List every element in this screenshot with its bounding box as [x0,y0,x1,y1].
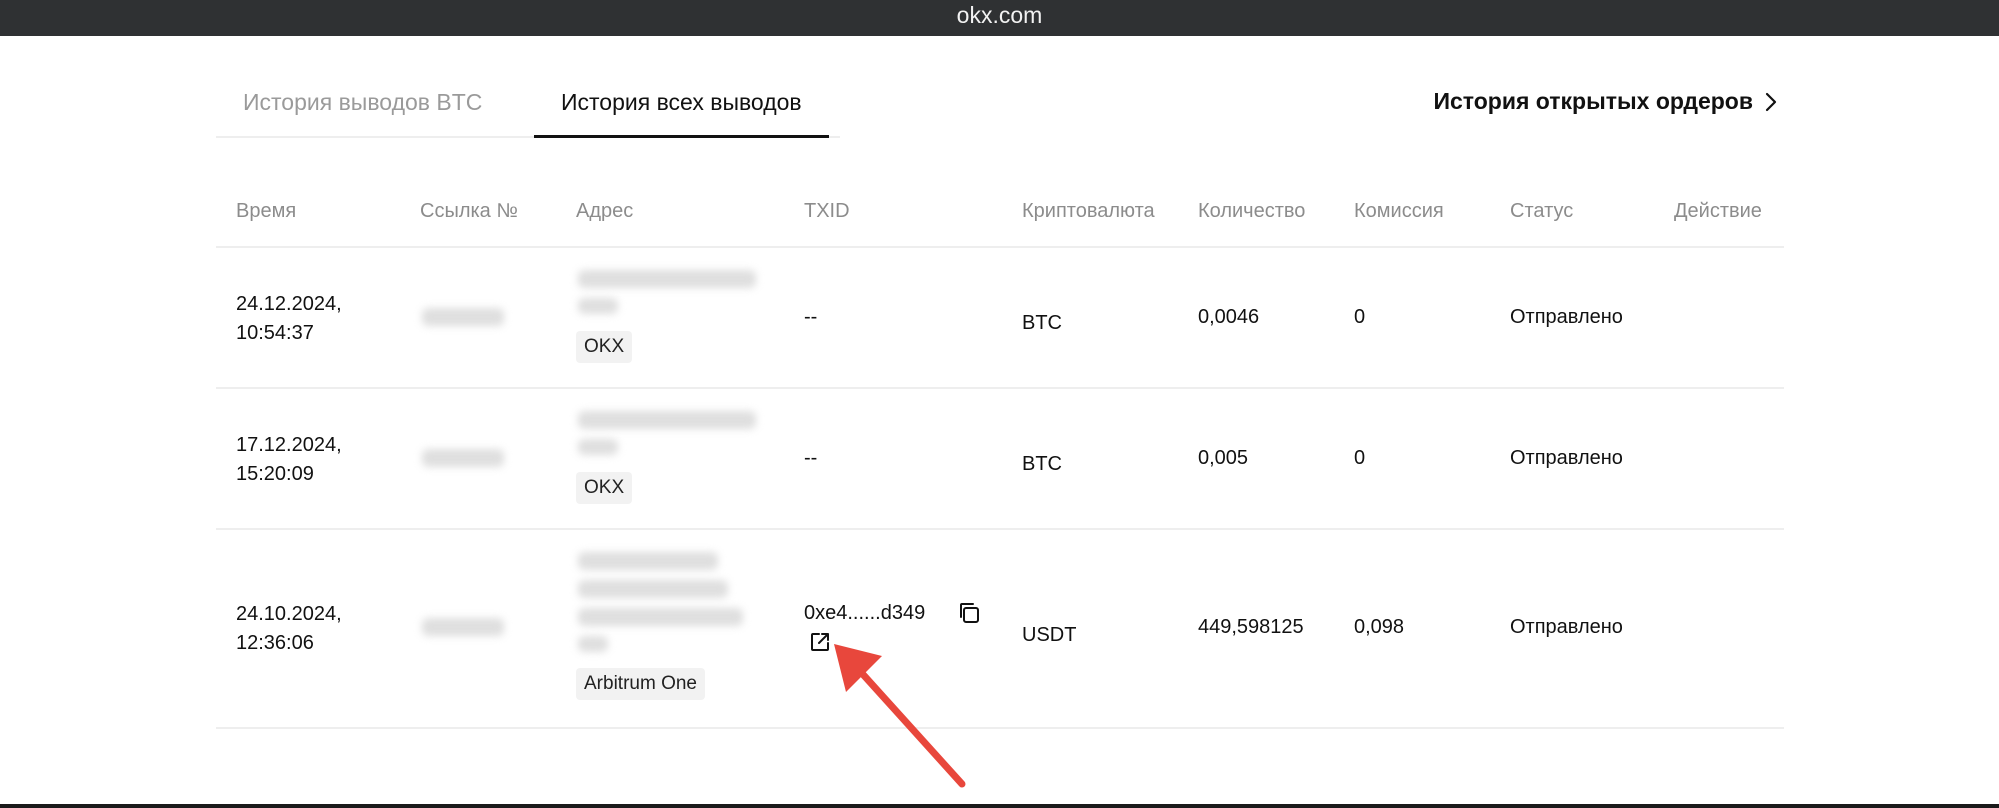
browser-domain: okx.com [956,2,1043,28]
chevron-right-icon [1765,92,1777,111]
column-status: Статус [1510,200,1574,222]
copy-icon[interactable] [956,600,982,626]
redacted-address [578,411,756,429]
redacted-address [578,580,728,598]
row-time: 12:36:06 [236,632,314,654]
column-reference: Ссылка № [420,200,518,222]
row-datetime: 24.12.2024, 10:54:37 [236,290,342,348]
table-row: 24.10.2024, 12:36:06 Arbitrum One 0xe4..… [216,530,1784,729]
bottom-edge [0,804,1999,808]
column-time: Время [236,200,297,222]
row-txid: -- [804,306,818,328]
row-fee: 0 [1354,447,1366,469]
row-time: 10:54:37 [236,322,314,344]
open-orders-link[interactable]: История открытых ордеров [1433,88,1779,115]
open-orders-label: История открытых ордеров [1433,88,1753,114]
tab-all-withdrawals[interactable]: История всех выводов [534,84,829,138]
redacted-address [578,270,756,288]
redacted-address [578,439,618,455]
redacted-reference [422,308,504,326]
redacted-reference [422,618,504,636]
row-amount: 0,0046 [1198,306,1260,328]
redacted-address [578,636,608,652]
row-currency: BTC [1022,312,1062,334]
row-datetime: 24.10.2024, 12:36:06 [236,600,342,658]
external-link-icon[interactable] [808,630,832,654]
row-currency: USDT [1022,624,1077,646]
redacted-reference [422,449,504,467]
row-date: 17.12.2024, [236,434,342,456]
row-fee: 0 [1354,306,1366,328]
network-tag: Arbitrum One [576,668,705,700]
row-status: Отправлено [1510,447,1623,469]
row-txid[interactable]: 0xe4......d349 [804,602,925,625]
row-txid: -- [804,447,818,469]
column-fee: Комиссия [1354,200,1444,222]
table-row: 24.12.2024, 10:54:37 OKX -- BTC 0,0046 0… [216,248,1784,389]
network-tag: OKX [576,331,633,363]
row-time: 15:20:09 [236,463,314,485]
table-header: Время Ссылка № Адрес TXID Криптовалюта К… [216,190,1784,248]
tab-btc-withdrawals[interactable]: История выводов BTC [216,84,509,138]
withdrawal-tabs: История выводов BTC История всех выводов [216,84,840,138]
row-status: Отправлено [1510,616,1623,638]
table-row: 17.12.2024, 15:20:09 OKX -- BTC 0,005 0 … [216,389,1784,530]
redacted-address [578,298,618,314]
column-address: Адрес [576,200,634,222]
column-amount: Количество [1198,200,1306,222]
row-date: 24.12.2024, [236,293,342,315]
browser-address-bar[interactable]: okx.com [0,0,1999,36]
column-txid: TXID [804,200,850,222]
row-fee: 0,098 [1354,616,1405,638]
row-date: 24.10.2024, [236,603,342,625]
redacted-address [578,608,743,626]
row-amount: 449,598125 [1198,616,1304,638]
network-tag: OKX [576,472,633,504]
row-currency: BTC [1022,453,1062,475]
row-datetime: 17.12.2024, 15:20:09 [236,431,342,489]
redacted-address [578,552,718,570]
row-amount: 0,005 [1198,447,1249,469]
column-currency: Криптовалюта [1022,200,1155,222]
column-action: Действие [1674,200,1762,222]
withdrawals-table: Время Ссылка № Адрес TXID Криптовалюта К… [216,190,1784,729]
row-status: Отправлено [1510,306,1623,328]
red-arrow [834,644,966,788]
